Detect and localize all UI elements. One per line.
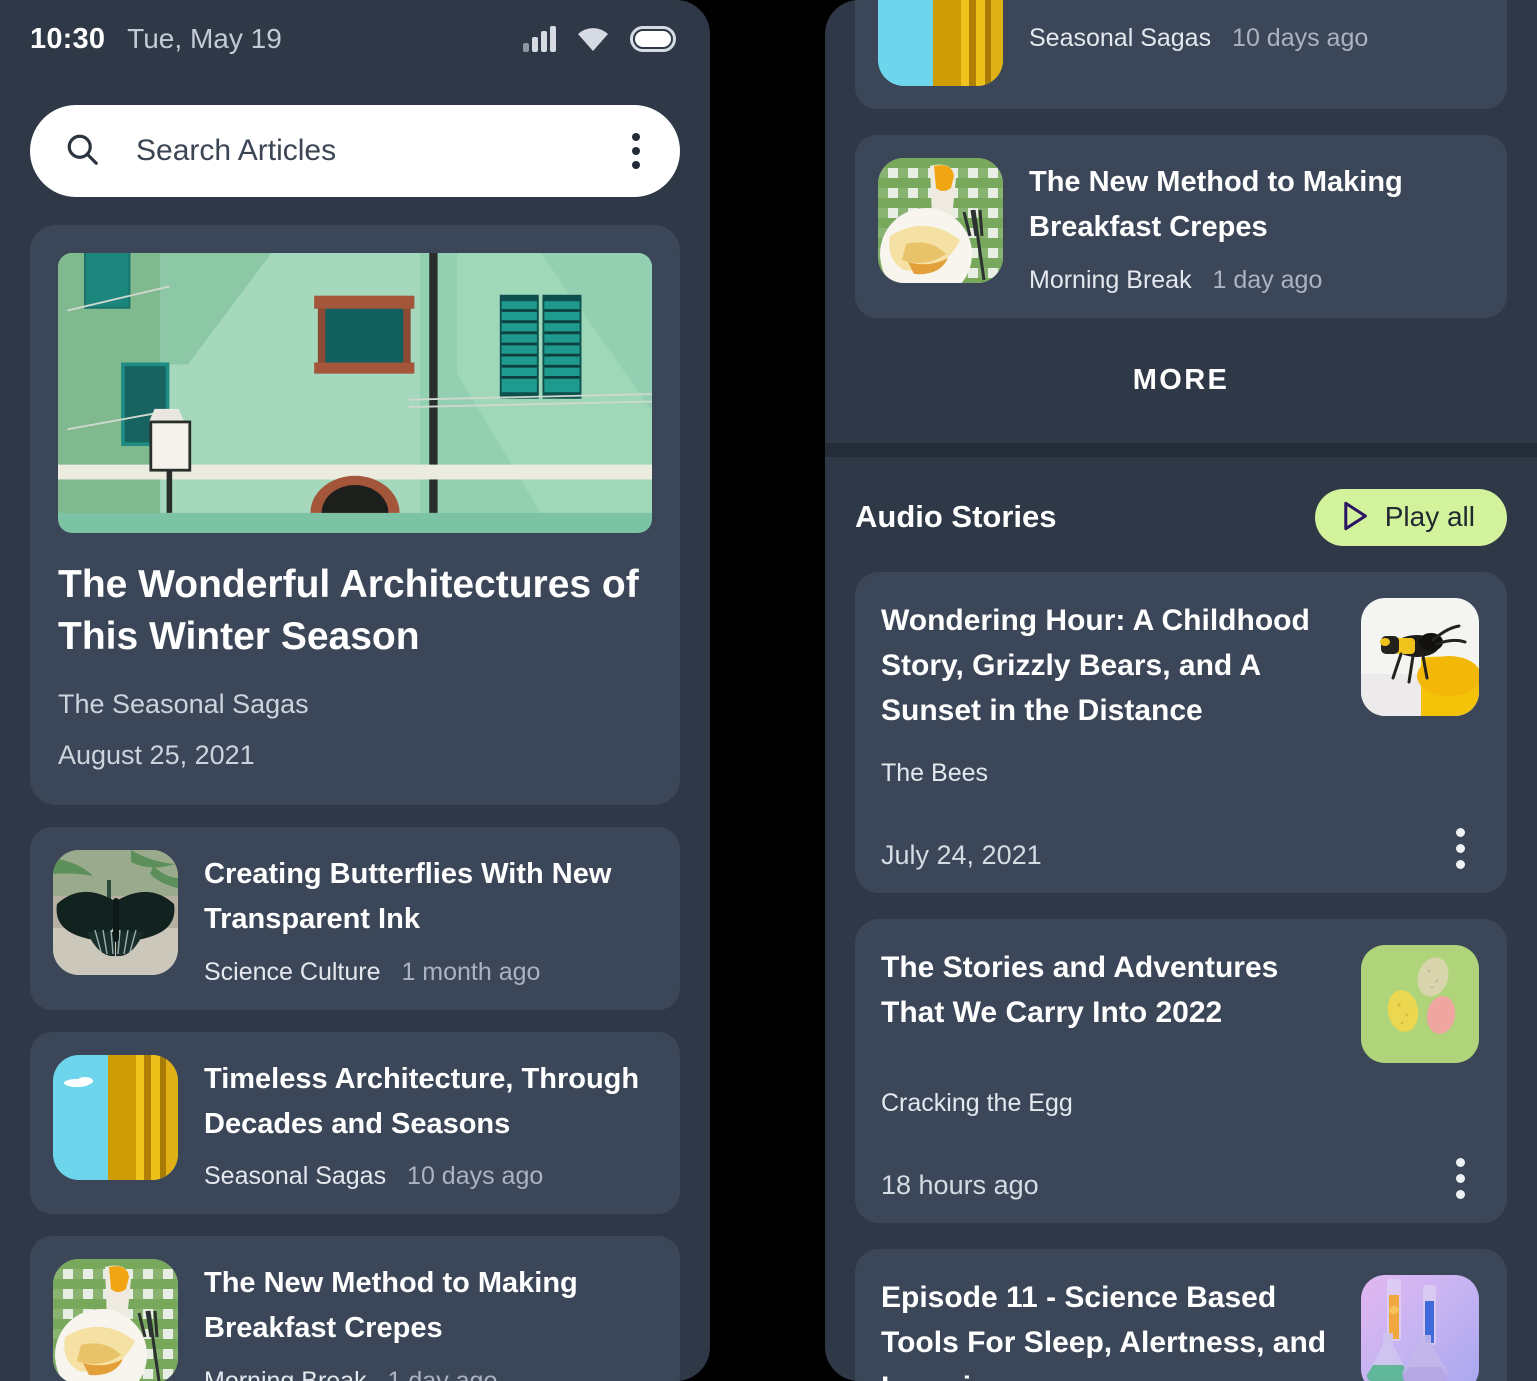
crepes-thumbnail bbox=[878, 158, 1003, 283]
battery-icon bbox=[630, 26, 676, 52]
search-bar[interactable]: Search Articles bbox=[30, 105, 680, 197]
screen: 10:30 Tue, May 19 Search Articles The Wo… bbox=[0, 0, 1537, 1381]
audio-story-card[interactable]: Wondering Hour: A Childhood Story, Grizz… bbox=[855, 571, 1507, 893]
audio-story-top: The Stories and Adventures That We Carry… bbox=[881, 944, 1479, 1063]
list-item[interactable]: The New Method to Making Breakfast Crepe… bbox=[30, 1236, 680, 1381]
butterfly-thumbnail bbox=[53, 849, 178, 975]
gold-columns-thumbnail bbox=[53, 1054, 178, 1180]
audio-story-bottom: 18 hours ago bbox=[881, 1154, 1479, 1201]
search-icon bbox=[64, 131, 100, 172]
audio-story-top: Wondering Hour: A Childhood Story, Grizz… bbox=[881, 597, 1479, 733]
kebab-menu-icon[interactable] bbox=[1442, 824, 1479, 871]
lab-flasks-thumbnail bbox=[1361, 1274, 1479, 1381]
kebab-menu-icon[interactable] bbox=[1442, 1154, 1479, 1201]
list-item-age: 1 month ago bbox=[401, 957, 541, 986]
more-button-row: MORE bbox=[825, 318, 1537, 443]
list-item-age: 1 day ago bbox=[1212, 265, 1323, 294]
audio-story-card[interactable]: Episode 11 - Science Based Tools For Sle… bbox=[855, 1248, 1507, 1381]
list-item-body: Timeless Architecture, Through Decades a… bbox=[204, 1055, 654, 1192]
list-item-title: Creating Butterflies With New Transparen… bbox=[204, 857, 612, 935]
list-item-source: Morning Break bbox=[204, 1367, 367, 1381]
audio-story-card[interactable]: The Stories and Adventures That We Carry… bbox=[855, 918, 1507, 1223]
hero-article-card[interactable]: The Wonderful Architectures of This Wint… bbox=[30, 225, 680, 805]
list-item-meta: Morning Break 1 day ago bbox=[204, 1367, 654, 1381]
eggs-thumbnail bbox=[1361, 944, 1479, 1063]
crepes-thumbnail bbox=[53, 1259, 178, 1381]
more-button[interactable]: MORE bbox=[1133, 364, 1230, 397]
status-time: 10:30 bbox=[30, 22, 106, 55]
gold-columns-thumbnail bbox=[878, 0, 1003, 86]
list-item[interactable]: Seasonal Sagas 10 days ago bbox=[855, 0, 1507, 109]
audio-story-source: The Bees bbox=[881, 758, 989, 787]
list-item-body: The New Method to Making Breakfast Crepe… bbox=[1029, 158, 1481, 295]
kebab-menu-icon[interactable] bbox=[622, 127, 650, 175]
audio-stories-title: Audio Stories bbox=[855, 499, 1057, 535]
signal-icon bbox=[523, 26, 556, 52]
search-input-placeholder[interactable]: Search Articles bbox=[136, 134, 622, 168]
section-divider bbox=[825, 442, 1537, 457]
play-all-button[interactable]: Play all bbox=[1314, 488, 1507, 546]
list-item-age: 10 days ago bbox=[1232, 23, 1369, 52]
list-item-age: 1 day ago bbox=[388, 1367, 498, 1381]
list-item-meta: Seasonal Sagas 10 days ago bbox=[204, 1162, 654, 1191]
list-item-title: The New Method to Making Breakfast Crepe… bbox=[204, 1267, 578, 1345]
list-item-age: 10 days ago bbox=[407, 1162, 544, 1191]
hero-title: The Wonderful Architectures of This Wint… bbox=[58, 563, 639, 658]
wifi-icon bbox=[576, 27, 610, 52]
play-all-label: Play all bbox=[1384, 501, 1475, 533]
audio-story-bottom: July 24, 2021 bbox=[881, 824, 1479, 871]
list-item-title: The New Method to Making Breakfast Crepe… bbox=[1029, 166, 1403, 243]
audio-story-title: Wondering Hour: A Childhood Story, Grizz… bbox=[881, 603, 1310, 727]
status-icons bbox=[523, 26, 676, 52]
list-item[interactable]: Timeless Architecture, Through Decades a… bbox=[30, 1031, 680, 1215]
wasp-thumbnail bbox=[1361, 597, 1479, 716]
list-item-body: The New Method to Making Breakfast Crepe… bbox=[204, 1259, 654, 1381]
audio-stories-header: Audio Stories Play all bbox=[825, 457, 1537, 546]
list-item-source: Science Culture bbox=[204, 957, 381, 986]
audio-story-title: Episode 11 - Science Based Tools For Sle… bbox=[881, 1280, 1327, 1381]
audio-story-source: Cracking the Egg bbox=[881, 1088, 1073, 1117]
audio-story-title: The Stories and Adventures That We Carry… bbox=[881, 950, 1279, 1029]
status-bar: 10:30 Tue, May 19 bbox=[0, 0, 710, 78]
hero-source: The Seasonal Sagas bbox=[58, 688, 309, 719]
list-item-meta: Science Culture 1 month ago bbox=[204, 958, 654, 987]
right-phone-panel: Seasonal Sagas 10 days ago The New Metho… bbox=[825, 0, 1537, 1381]
list-item-meta: Morning Break 1 day ago bbox=[1029, 266, 1481, 295]
audio-story-top: Episode 11 - Science Based Tools For Sle… bbox=[881, 1274, 1479, 1381]
left-phone-panel: 10:30 Tue, May 19 Search Articles The Wo… bbox=[0, 0, 710, 1381]
list-item[interactable]: Creating Butterflies With New Transparen… bbox=[30, 826, 680, 1010]
status-date: Tue, May 19 bbox=[127, 23, 282, 54]
list-item-body: Creating Butterflies With New Transparen… bbox=[204, 850, 654, 987]
play-triangle-icon bbox=[1341, 501, 1369, 534]
audio-story-date: July 24, 2021 bbox=[881, 839, 1042, 870]
audio-story-date: 18 hours ago bbox=[881, 1169, 1039, 1200]
list-item[interactable]: The New Method to Making Breakfast Crepe… bbox=[855, 135, 1507, 318]
hero-date: August 25, 2021 bbox=[58, 739, 255, 770]
list-item-body: Seasonal Sagas 10 days ago bbox=[1029, 0, 1481, 53]
hero-image bbox=[58, 253, 652, 533]
list-item-title: Timeless Architecture, Through Decades a… bbox=[204, 1062, 640, 1140]
list-item-meta: Seasonal Sagas 10 days ago bbox=[1029, 24, 1481, 53]
list-item-source: Morning Break bbox=[1029, 265, 1192, 294]
list-item-source: Seasonal Sagas bbox=[1029, 23, 1212, 52]
list-item-source: Seasonal Sagas bbox=[204, 1162, 387, 1191]
